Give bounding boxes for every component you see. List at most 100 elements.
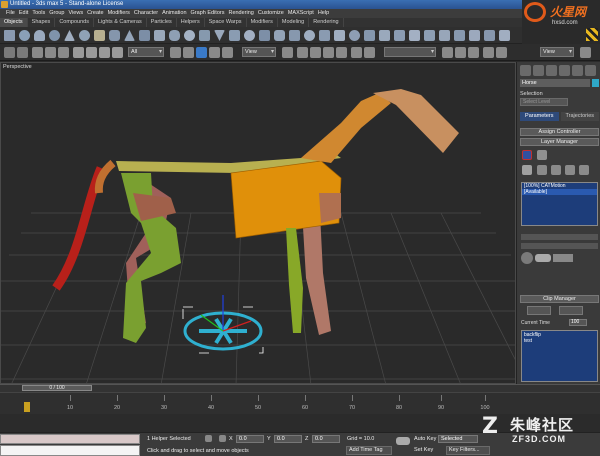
key-icon[interactable]	[396, 437, 410, 445]
select-by-name-icon[interactable]	[86, 47, 97, 58]
spindle-icon[interactable]	[199, 30, 210, 41]
angle-snap-icon[interactable]	[310, 47, 321, 58]
undo-icon[interactable]	[4, 47, 15, 58]
menu-help[interactable]: Help	[318, 9, 329, 18]
foliage-icon[interactable]	[424, 30, 435, 41]
tab-compounds[interactable]: Compounds	[55, 18, 94, 27]
tab-lights-cameras[interactable]: Lights & Cameras	[94, 18, 147, 27]
bind-space-warp-icon[interactable]	[58, 47, 69, 58]
object-color-swatch[interactable]	[592, 79, 599, 87]
pivot-center-icon[interactable]	[282, 47, 293, 58]
hierarchy-tab-icon[interactable]	[546, 65, 557, 76]
add-time-tag-button[interactable]: Add Time Tag	[346, 446, 392, 455]
utilities-tab-icon[interactable]	[585, 65, 596, 76]
curve-editor-icon[interactable]	[442, 47, 453, 58]
percent-snap-icon[interactable]	[323, 47, 334, 58]
layer-up-icon[interactable]	[565, 165, 575, 175]
box-icon[interactable]	[4, 30, 15, 41]
z-coordinate-field[interactable]: 0.0	[312, 435, 340, 443]
menu-maxscript[interactable]: MAXScript	[288, 9, 314, 18]
material-editor-icon[interactable]	[468, 47, 479, 58]
tab-rendering[interactable]: Rendering	[309, 18, 344, 27]
x-coordinate-field[interactable]: 0.0	[236, 435, 264, 443]
align-icon[interactable]	[364, 47, 375, 58]
time-warp-slider[interactable]	[521, 243, 598, 249]
save-clip-button[interactable]	[527, 306, 551, 315]
patch-icon[interactable]	[349, 30, 360, 41]
hose-icon[interactable]	[334, 30, 345, 41]
geosphere-icon[interactable]	[79, 30, 90, 41]
layer-copy-icon[interactable]	[537, 165, 547, 175]
chamfer-box-icon[interactable]	[154, 30, 165, 41]
catmotion-icon[interactable]	[521, 252, 533, 264]
clip-item[interactable]: test	[524, 338, 595, 344]
stairs-icon[interactable]	[409, 30, 420, 41]
create-tab-icon[interactable]	[520, 65, 531, 76]
current-time-spinner[interactable]: 100	[569, 319, 587, 326]
scale-icon[interactable]	[209, 47, 220, 58]
menu-rendering[interactable]: Rendering	[228, 9, 253, 18]
menu-graph-editors[interactable]: Graph Editors	[191, 9, 225, 18]
time-slider[interactable]: 0 / 100	[22, 385, 92, 391]
layer-add-icon[interactable]	[537, 150, 547, 160]
sphere-icon[interactable]	[19, 30, 30, 41]
prism-icon[interactable]	[289, 30, 300, 41]
torus-icon[interactable]	[49, 30, 60, 41]
assign-controller-rollout[interactable]: Assign Controller	[520, 128, 599, 136]
footprint-icon[interactable]	[553, 254, 573, 262]
ref-coord-dropdown[interactable]: View	[242, 47, 276, 57]
selection-filter-dropdown[interactable]: All	[128, 47, 164, 57]
key-mode-dropdown[interactable]: Selected	[438, 435, 478, 443]
quick-render-icon[interactable]	[496, 47, 507, 58]
teapot-icon[interactable]	[94, 30, 105, 41]
chamfer-cyl-icon[interactable]	[169, 30, 180, 41]
quick-render-right-icon[interactable]	[580, 47, 591, 58]
cylinder-icon[interactable]	[34, 30, 45, 41]
motion-tab-icon[interactable]	[559, 65, 570, 76]
named-selection-dropdown[interactable]	[384, 47, 436, 57]
mirror-icon[interactable]	[351, 47, 362, 58]
redo-icon[interactable]	[17, 47, 28, 58]
menu-customize[interactable]: Customize	[258, 9, 284, 18]
layer-item[interactable]: [Available]	[522, 189, 597, 195]
weight-slider[interactable]	[521, 234, 598, 240]
tab-trajectories[interactable]: Trajectories	[560, 112, 599, 121]
menu-views[interactable]: Views	[69, 9, 84, 18]
gengon-icon[interactable]	[229, 30, 240, 41]
spinner-snap-icon[interactable]	[336, 47, 347, 58]
wall-icon[interactable]	[454, 30, 465, 41]
render-type-dropdown[interactable]: View	[540, 47, 574, 57]
hedra-icon[interactable]	[244, 30, 255, 41]
layer-down-icon[interactable]	[579, 165, 589, 175]
menu-character[interactable]: Character	[134, 9, 158, 18]
ringwave-icon[interactable]	[274, 30, 285, 41]
c-ext-icon[interactable]	[259, 30, 270, 41]
menu-create[interactable]: Create	[87, 9, 104, 18]
maxscript-listener-output[interactable]	[0, 445, 140, 456]
unlink-icon[interactable]	[45, 47, 56, 58]
clip-manager-rollout[interactable]: Clip Manager	[520, 295, 599, 303]
oiltank-icon[interactable]	[319, 30, 330, 41]
link-icon[interactable]	[32, 47, 43, 58]
window-crossing-icon[interactable]	[112, 47, 123, 58]
tab-parameters[interactable]: Parameters	[520, 112, 559, 121]
layer-disable-icon[interactable]	[522, 150, 532, 160]
tab-shapes[interactable]: Shapes	[28, 18, 56, 27]
lock-selection-icon[interactable]	[205, 435, 212, 442]
select-move-icon[interactable]	[170, 47, 181, 58]
menu-edit[interactable]: Edit	[19, 9, 28, 18]
maxscript-listener-input[interactable]	[0, 434, 140, 444]
select-rotate-icon[interactable]	[183, 47, 194, 58]
menu-modifiers[interactable]: Modifiers	[108, 9, 130, 18]
layer-settings-icon[interactable]	[522, 165, 532, 175]
window-icon[interactable]	[394, 30, 405, 41]
tab-modifiers[interactable]: Modifiers	[247, 18, 278, 27]
schematic-view-icon[interactable]	[455, 47, 466, 58]
display-tab-icon[interactable]	[572, 65, 583, 76]
rect-region-icon[interactable]	[99, 47, 110, 58]
tab-objects[interactable]: Objects	[0, 18, 28, 27]
auto-key-button[interactable]: Auto Key	[414, 436, 436, 442]
cat-helper-gizmo[interactable]	[182, 295, 264, 354]
object-name-field[interactable]: Horse	[520, 79, 590, 87]
cone-icon[interactable]	[64, 30, 75, 41]
